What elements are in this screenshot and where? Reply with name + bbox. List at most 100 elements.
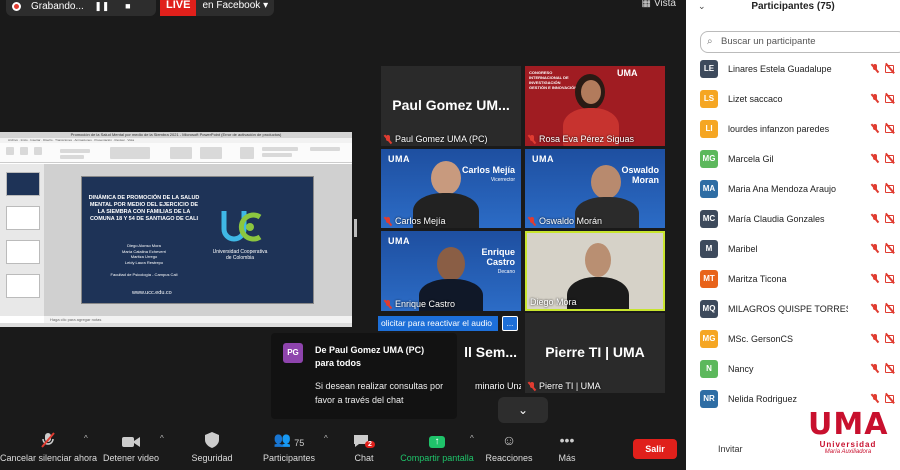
mic-muted-icon	[384, 299, 392, 309]
search-icon: ⌕	[707, 36, 713, 47]
ucc-logo-icon	[221, 211, 262, 242]
slide-org: Universidad Cooperativa de Colombia	[212, 249, 268, 261]
video-options-caret[interactable]: ^	[160, 434, 164, 443]
video-off-icon	[885, 214, 895, 223]
participant-row[interactable]: M Maribel	[686, 235, 900, 265]
mic-muted-icon	[871, 304, 879, 313]
name-banner: Enrique Castro Decano	[481, 247, 515, 275]
uma-mark: UMA	[532, 154, 554, 164]
participant-avatar: N	[700, 360, 718, 378]
share-screen-icon: ↑	[429, 436, 445, 448]
reactions-button[interactable]: ☺ Reacciones	[484, 426, 534, 470]
video-tile-rosa[interactable]: CONGRESO INTERNACIONAL DE INVESTIGACIÓN …	[525, 66, 665, 146]
video-tile-pierre[interactable]: Pierre TI | UMA Pierre TI | UMA	[525, 313, 665, 393]
participant-row[interactable]: N Nancy	[686, 355, 900, 385]
participant-avatar: MT	[700, 270, 718, 288]
video-tile-carlos[interactable]: UMA Dr. Carlos Mejía Vicerrector Carlos M…	[381, 149, 521, 228]
participant-row[interactable]: MQ MILAGROS QUISPE TORRES	[686, 295, 900, 325]
participant-row[interactable]: MG MSc. GersonCS	[686, 325, 900, 355]
unmute-button[interactable]: Cancelar silenciar ahora ^	[0, 426, 97, 470]
participant-name: María Claudia Gonzales	[728, 214, 825, 224]
participant-avatar: MA	[700, 180, 718, 198]
slide-thumbnail[interactable]	[6, 172, 40, 196]
participant-name: Maritza Ticona	[728, 274, 787, 284]
participant-face	[585, 243, 611, 277]
current-slide: DINÁMICA DE PROMOCIÓN DE LA SALUD MENTAL…	[81, 176, 314, 304]
slide-thumbnail[interactable]	[6, 206, 40, 230]
video-tile-oswaldo[interactable]: UMA Oswaldo Moran Oswaldo Morán	[525, 149, 665, 228]
slide-authors: Diego Alonso Mora María Catalina Echever…	[121, 243, 167, 265]
participant-avatar: MG	[700, 330, 718, 348]
chevron-down-icon[interactable]: ⌄	[498, 397, 548, 423]
video-off-icon	[885, 154, 895, 163]
pause-recording-button[interactable]: ❚❚	[94, 0, 110, 13]
participant-avatar: MQ	[700, 300, 718, 318]
invite-button[interactable]: Invitar	[718, 444, 743, 454]
video-tile-enrique[interactable]: UMA Enrique Castro Decano Enrique Castro	[381, 231, 521, 311]
tile-big-name: Pierre TI | UMA	[545, 344, 645, 360]
slide-thumbnails	[0, 164, 44, 316]
participants-button[interactable]: 👥 75 Participantes ^	[258, 426, 328, 470]
video-off-icon	[885, 244, 895, 253]
slide-thumbnail[interactable]	[6, 240, 40, 264]
participant-row[interactable]: LS Lizet saccaco	[686, 85, 900, 115]
participant-name: Linares Estela Guadalupe	[728, 64, 832, 74]
slide-thumbnail[interactable]	[6, 274, 40, 298]
participant-row[interactable]: MG Marcela Gil	[686, 145, 900, 175]
participants-count: 75	[294, 438, 305, 448]
participant-row[interactable]: MC María Claudia Gonzales	[686, 205, 900, 235]
panel-header: ⌄ Participantes (75)	[686, 0, 900, 16]
top-bar: Grabando... ❚❚ ■ LIVE en Facebook ▾ ▦ Vi…	[0, 0, 686, 16]
participant-name: Maribel	[728, 244, 758, 254]
chat-badge: 2	[365, 441, 375, 448]
video-off-icon	[885, 274, 895, 283]
participant-avatar: LE	[700, 60, 718, 78]
participant-row[interactable]: MT Maritza Ticona	[686, 265, 900, 295]
tile-name: Oswaldo Morán	[539, 216, 603, 226]
mic-muted-icon	[41, 432, 55, 448]
tile-name: Carlos Mejía	[395, 216, 446, 226]
video-tile-diego[interactable]: Diego Mora	[525, 231, 665, 311]
chat-notification[interactable]: PG De Paul Gomez UMA (PC) para todos Si …	[271, 333, 457, 419]
tile-name: Rosa Eva Pérez Siguas	[539, 134, 635, 144]
video-off-icon	[885, 64, 895, 73]
mic-muted-icon	[871, 274, 879, 283]
recording-label: Grabando...	[31, 0, 84, 12]
tile-name: Enrique Castro	[395, 299, 456, 309]
participant-avatar: LS	[700, 90, 718, 108]
participant-face	[581, 80, 601, 104]
stop-video-button[interactable]: Detener video ^	[100, 426, 164, 470]
powerpoint-status-bar	[0, 323, 352, 327]
video-off-icon	[885, 184, 895, 193]
uma-mark: UMA	[388, 154, 410, 164]
audio-options-caret[interactable]: ^	[84, 434, 88, 443]
participants-panel: ⌄ Participantes (75) ⌕ Buscar un partici…	[686, 0, 900, 470]
notes-pane[interactable]: Haga clic para agregar notas	[44, 316, 352, 323]
chat-button[interactable]: 2 Chat	[346, 426, 382, 470]
notification-sender: De Paul Gomez UMA (PC) para todos	[315, 345, 425, 368]
video-off-icon	[885, 304, 895, 313]
participant-search-input[interactable]: ⌕ Buscar un participante	[700, 31, 900, 53]
security-button[interactable]: Seguridad	[188, 426, 236, 470]
participant-row[interactable]: LI lourdes infanzon paredes	[686, 115, 900, 145]
view-button[interactable]: ▦ Vista	[641, 0, 676, 9]
tile-name: Diego Mora	[530, 297, 577, 307]
participant-row[interactable]: LE Linares Estela Guadalupe	[686, 55, 900, 85]
split-view-handle[interactable]	[354, 219, 357, 237]
share-options-caret[interactable]: ^	[470, 434, 474, 443]
video-tile-paul[interactable]: Paul Gomez UM... Paul Gomez UMA (PC)	[381, 66, 521, 146]
participant-row[interactable]: MA Maria Ana Mendoza Araujo	[686, 175, 900, 205]
participants-options-caret[interactable]: ^	[324, 434, 328, 443]
leave-button[interactable]: Salir	[633, 439, 677, 459]
panel-title: Participantes (75)	[751, 1, 835, 12]
record-icon	[12, 1, 21, 11]
uma-logo: UMA Universidad María Auxiliadora	[808, 407, 889, 456]
stop-recording-button[interactable]: ■	[120, 0, 136, 13]
video-off-icon	[885, 394, 895, 403]
participant-avatar: MC	[700, 210, 718, 228]
more-button[interactable]: ••• Más	[552, 426, 582, 470]
share-screen-button[interactable]: ↑ Compartir pantalla ^	[398, 426, 476, 470]
uma-mark: UMA	[617, 68, 638, 78]
video-camera-icon	[122, 437, 140, 447]
live-stream-indicator[interactable]: LIVE en Facebook ▾	[160, 0, 275, 16]
